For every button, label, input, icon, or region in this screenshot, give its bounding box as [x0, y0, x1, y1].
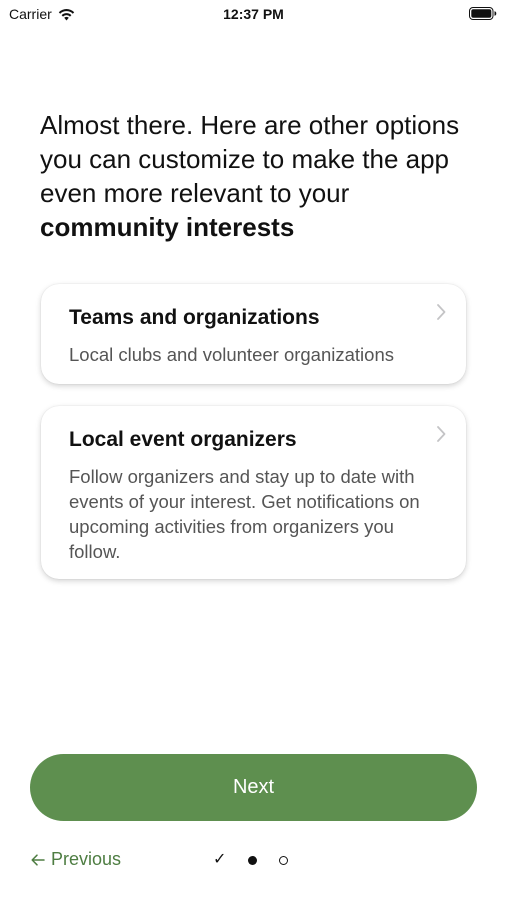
chevron-right-icon	[437, 304, 446, 320]
arrow-left-icon	[31, 853, 45, 866]
page-indicator: ✓	[213, 850, 289, 870]
card-description: Follow organizers and stay up to date wi…	[69, 466, 420, 562]
card-local-event-organizers[interactable]: Local event organizers Follow organizers…	[41, 406, 466, 579]
status-time: 12:37 PM	[223, 6, 284, 22]
chevron-right-icon	[437, 426, 446, 442]
page-heading: Almost there. Here are other options you…	[40, 108, 480, 244]
next-button[interactable]: Next	[30, 754, 477, 821]
heading-text: Almost there. Here are other options you…	[40, 110, 460, 208]
step-upcoming-dot	[279, 855, 289, 865]
status-bar: Carrier 12:37 PM	[0, 0, 507, 28]
step-current-dot	[248, 855, 258, 865]
battery-icon	[469, 7, 497, 20]
previous-label: Previous	[51, 849, 122, 869]
previous-button[interactable]: Previous	[31, 849, 121, 870]
card-title: Local event organizers	[69, 428, 297, 451]
heading-emphasis: community interests	[40, 212, 295, 242]
card-teams-and-organizations[interactable]: Teams and organizations Local clubs and …	[41, 284, 466, 384]
card-description: Local clubs and volunteer organizations	[69, 344, 394, 365]
card-title: Teams and organizations	[69, 306, 320, 329]
step-completed-checkmark-icon: ✓	[213, 851, 227, 868]
